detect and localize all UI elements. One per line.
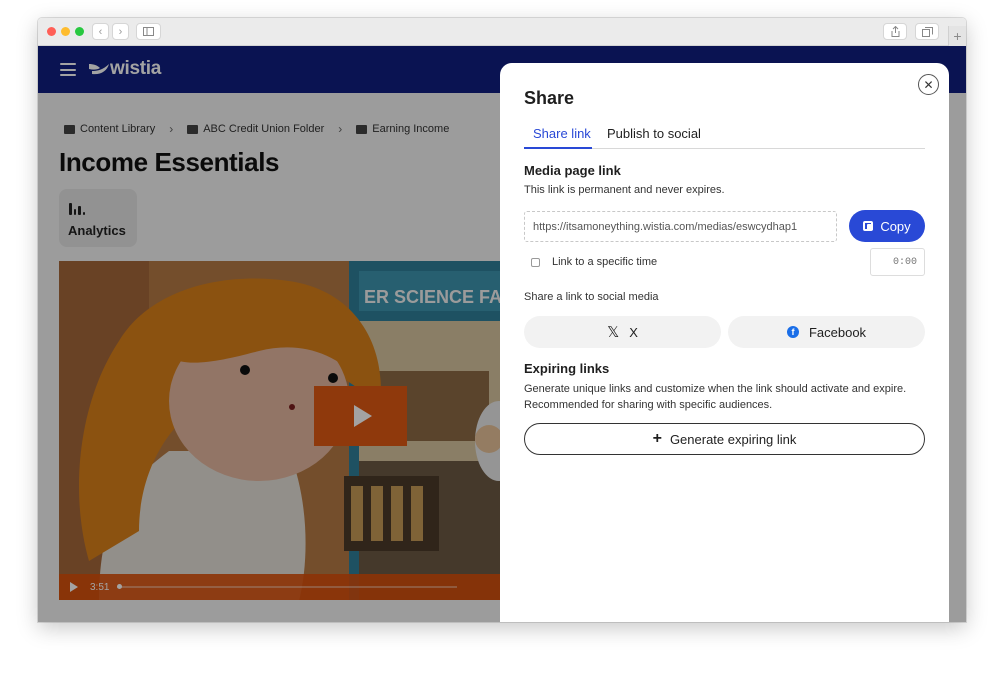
share-panel: Share ✕ Share link Publish to social Med… xyxy=(500,63,949,622)
media-link-description: This link is permanent and never expires… xyxy=(524,184,725,196)
new-tab-button[interactable]: + xyxy=(948,26,966,46)
close-window-button[interactable] xyxy=(47,27,56,36)
browser-titlebar: ‹ › + xyxy=(38,18,966,46)
share-panel-title: Share xyxy=(524,88,575,108)
share-x-button[interactable]: 𝕏 X xyxy=(524,316,721,348)
minimize-window-button[interactable] xyxy=(61,27,70,36)
media-link-heading: Media page link xyxy=(524,163,621,178)
tabs-icon xyxy=(921,26,933,37)
share-facebook-button[interactable]: f Facebook xyxy=(728,316,925,348)
specific-time-label[interactable]: Link to a specific time xyxy=(552,256,657,268)
generate-expiring-link-label: Generate expiring link xyxy=(669,431,797,447)
share-facebook-label: Facebook xyxy=(808,324,867,340)
copy-link-button[interactable]: Copy xyxy=(849,210,925,242)
forward-button[interactable]: › xyxy=(112,23,129,40)
facebook-icon: f xyxy=(786,326,799,338)
share-browser-button[interactable] xyxy=(883,23,907,40)
tabs-overview-button[interactable] xyxy=(915,23,939,40)
social-heading: Share a link to social media xyxy=(524,291,659,303)
expiring-links-heading: Expiring links xyxy=(524,361,610,376)
copy-icon xyxy=(863,221,874,231)
active-tab-indicator xyxy=(524,147,592,149)
x-logo-icon: 𝕏 xyxy=(607,324,620,341)
zoom-window-button[interactable] xyxy=(75,27,84,36)
sidebar-toggle-button[interactable] xyxy=(136,23,161,40)
close-panel-button[interactable]: ✕ xyxy=(918,74,939,95)
specific-time-checkbox[interactable] xyxy=(531,258,540,267)
tab-share-link[interactable]: Share link xyxy=(533,126,591,141)
share-tabs: Share link Publish to social xyxy=(524,122,925,149)
generate-expiring-link-button[interactable]: + Generate expiring link xyxy=(524,423,925,455)
expiring-links-description-2: Recommended for sharing with specific au… xyxy=(524,399,773,411)
plus-icon: + xyxy=(652,430,662,447)
sidebar-icon xyxy=(143,27,154,36)
chevron-left-icon: ‹ xyxy=(98,25,103,38)
back-button[interactable]: ‹ xyxy=(92,23,109,40)
expiring-links-description-1: Generate unique links and customize when… xyxy=(524,383,907,395)
browser-window: ‹ › + wistia Content Library › ABC Credi… xyxy=(38,18,966,622)
close-icon: ✕ xyxy=(923,77,934,92)
media-link-url-field[interactable] xyxy=(524,211,837,242)
share-icon xyxy=(891,26,899,37)
tab-publish-to-social[interactable]: Publish to social xyxy=(607,126,701,141)
share-x-label: X xyxy=(629,324,638,340)
chevron-right-icon: › xyxy=(118,25,123,38)
copy-label: Copy xyxy=(880,218,911,234)
specific-time-input[interactable] xyxy=(870,248,925,276)
